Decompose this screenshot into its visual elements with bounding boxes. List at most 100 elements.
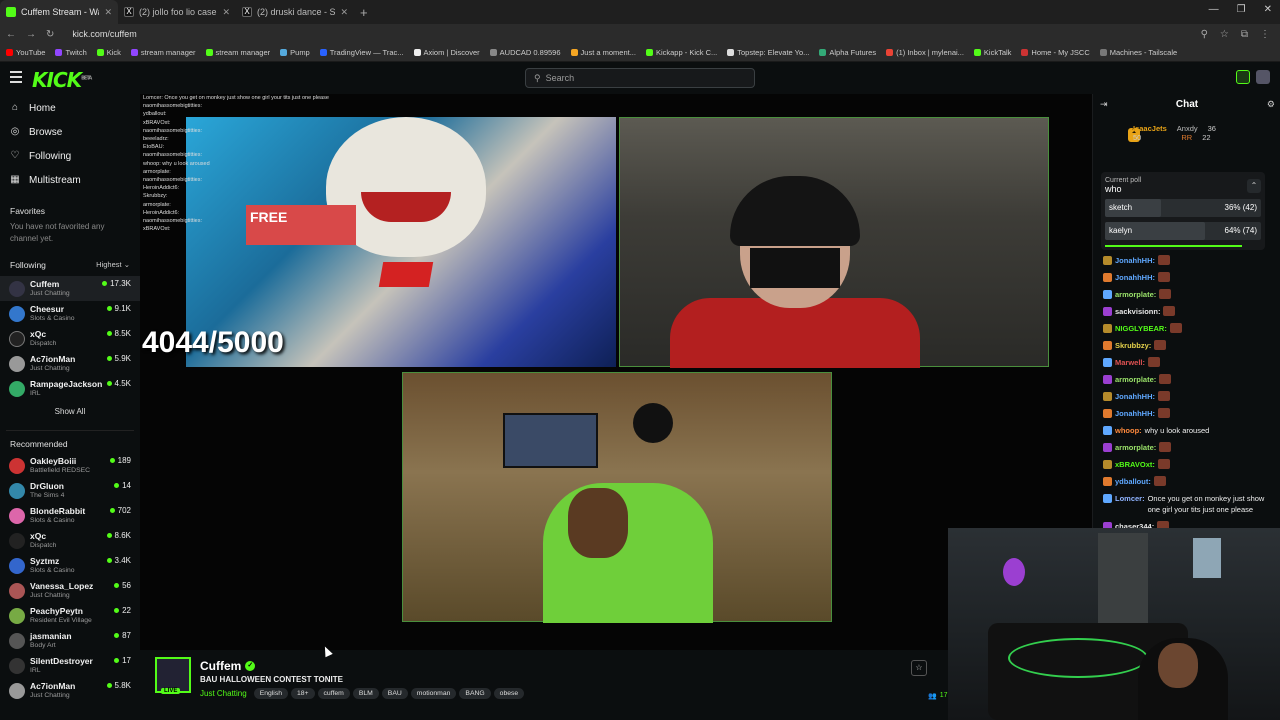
chat-message: Marwell: bbox=[1103, 354, 1275, 371]
following-channel[interactable]: Ac7ionMan Just Chatting 5.9K bbox=[0, 351, 140, 376]
nav-home[interactable]: ⌂ Home bbox=[0, 96, 140, 120]
avatar bbox=[9, 380, 25, 397]
close-icon[interactable]: ✕ bbox=[104, 7, 112, 18]
following-channel[interactable]: RampageJackson IRL 4.5K bbox=[0, 376, 140, 401]
recommended-channel[interactable]: OakleyBoiii Battlefield REDSEC 189 bbox=[0, 453, 140, 478]
search-input[interactable]: ⚲ Search bbox=[525, 68, 755, 88]
bookmark[interactable]: (1) Inbox | mylenai... bbox=[886, 48, 964, 57]
poll-option[interactable]: kaelyn 64% (74) bbox=[1105, 222, 1261, 240]
close-icon[interactable]: ✕ bbox=[340, 7, 348, 18]
chat-username[interactable]: armorplate: bbox=[1115, 374, 1156, 385]
chat-username[interactable]: JonahhHH: bbox=[1115, 408, 1155, 419]
browser-tab[interactable]: X (2) druski dance - Search / X ✕ bbox=[236, 0, 354, 24]
chat-username[interactable]: JonahhHH: bbox=[1115, 391, 1155, 402]
bookmark[interactable]: Pump bbox=[280, 48, 310, 57]
browser-tab[interactable]: Cuffem Stream - Watch Live ✕ bbox=[0, 0, 118, 24]
chat-username[interactable]: armorplate: bbox=[1115, 289, 1156, 300]
tag[interactable]: BAU bbox=[381, 688, 408, 699]
close-icon[interactable]: ✕ bbox=[222, 7, 230, 18]
chat-username[interactable]: Skrubbzy: bbox=[1115, 340, 1151, 351]
bookmark[interactable]: Axiom | Discover bbox=[413, 48, 480, 57]
bookmark[interactable]: Machines - Tailscale bbox=[1099, 48, 1177, 57]
bookmark[interactable]: Alpha Futures bbox=[819, 48, 876, 57]
chevron-up-icon[interactable]: ⌃ bbox=[1247, 179, 1261, 193]
url-field[interactable]: kick.com/cuffem bbox=[72, 29, 136, 39]
chat-username[interactable]: Lomcer: bbox=[1115, 493, 1145, 504]
bookmark[interactable]: Home - My JSCC bbox=[1021, 48, 1090, 57]
avatar[interactable] bbox=[1256, 70, 1270, 84]
bookmark[interactable]: stream manager bbox=[205, 48, 270, 57]
new-tab-icon[interactable]: + bbox=[360, 5, 368, 20]
chat-username[interactable]: whoop: bbox=[1115, 425, 1142, 436]
recommended-channel[interactable]: SilentDestroyer IRL 17 bbox=[0, 653, 140, 678]
bookmark-star-icon[interactable]: ☆ bbox=[1220, 29, 1229, 40]
chat-username[interactable]: ydballout: bbox=[1115, 476, 1151, 487]
show-all-link[interactable]: Show All bbox=[0, 407, 140, 416]
zoom-icon[interactable]: ⚲ bbox=[1201, 29, 1208, 40]
chat-username[interactable]: armorplate: bbox=[1115, 442, 1156, 453]
viewer-count: 9.1K bbox=[106, 304, 131, 313]
minimize-icon[interactable]: — bbox=[1209, 4, 1219, 15]
bookmark[interactable]: stream manager bbox=[130, 48, 196, 57]
following-sort-dropdown[interactable]: Highest ⌄ bbox=[96, 260, 130, 270]
chat-username[interactable]: JonahhHH: bbox=[1115, 272, 1155, 283]
recommended-channel[interactable]: BlondeRabbit Slots & Casino 702 bbox=[0, 503, 140, 528]
tag[interactable]: obese bbox=[493, 688, 525, 699]
menu-hamburger-icon[interactable] bbox=[10, 71, 22, 86]
bookmark[interactable]: Kickapp - Kick C... bbox=[645, 48, 717, 57]
following-channel[interactable]: xQc Dispatch 8.5K bbox=[0, 326, 140, 351]
nav-browse[interactable]: ◎ Browse bbox=[0, 120, 140, 144]
tag[interactable]: cuffem bbox=[317, 688, 350, 699]
tag[interactable]: BLM bbox=[352, 688, 379, 699]
chat-username[interactable]: xBRAVOxt: bbox=[1115, 459, 1155, 470]
bookmark[interactable]: KickTalk bbox=[973, 48, 1011, 57]
poll-option[interactable]: sketch 36% (42) bbox=[1105, 199, 1261, 217]
recommended-channel[interactable]: Vanessa_Lopez Just Chatting 56 bbox=[0, 578, 140, 603]
nav-following[interactable]: ♡ Following bbox=[0, 144, 140, 168]
streamer-name[interactable]: Cuffem bbox=[200, 659, 241, 673]
extensions-icon[interactable]: ⧉ bbox=[1241, 29, 1248, 40]
chat-username[interactable]: Marwell: bbox=[1115, 357, 1145, 368]
gifter-name[interactable]: Anxdy bbox=[1177, 124, 1198, 133]
recommended-channel[interactable]: xQc Dispatch 8.6K bbox=[0, 528, 140, 553]
close-window-icon[interactable]: ✕ bbox=[1264, 4, 1272, 15]
recommended-channel[interactable]: jasmanian Body Art 87 bbox=[0, 628, 140, 653]
menu-icon[interactable]: ⋮ bbox=[1260, 29, 1270, 40]
nav-multistream[interactable]: ▦ Multistream bbox=[0, 168, 140, 192]
bookmark[interactable]: TradingView — Trac... bbox=[319, 48, 404, 57]
chat-username[interactable]: sackvisionn: bbox=[1115, 306, 1160, 317]
tag[interactable]: motionman bbox=[410, 688, 457, 699]
emote-icon bbox=[1157, 459, 1170, 469]
following-channel[interactable]: Cuffem Just Chatting 17.3K bbox=[0, 276, 140, 301]
jersey bbox=[670, 298, 920, 368]
gifter-name[interactable]: RR bbox=[1181, 133, 1192, 142]
viewer-count: 17 bbox=[114, 656, 131, 665]
bookmark[interactable]: YouTube bbox=[6, 48, 45, 57]
back-icon[interactable]: ← bbox=[6, 29, 16, 40]
browser-tab[interactable]: X (2) jollo foo lio case day 6 - Sea ✕ bbox=[118, 0, 236, 24]
bookmark[interactable]: AUDCAD 0.89596 bbox=[489, 48, 561, 57]
recommended-channel[interactable]: Syztmz Slots & Casino 3.4K bbox=[0, 553, 140, 578]
chat-username[interactable]: JonahhHH: bbox=[1115, 255, 1155, 266]
tag[interactable]: English bbox=[253, 688, 288, 699]
kick-logo[interactable]: KICKBETA bbox=[32, 68, 92, 92]
following-channel[interactable]: Cheesur Slots & Casino 9.1K bbox=[0, 301, 140, 326]
bookmark[interactable]: Kick bbox=[96, 48, 121, 57]
chat-settings-icon[interactable]: ⚙ bbox=[1267, 99, 1275, 110]
bookmark[interactable]: Topstep: Elevate Yo... bbox=[727, 48, 809, 57]
maximize-icon[interactable]: ❐ bbox=[1237, 4, 1246, 15]
favorite-star-button[interactable]: ☆ bbox=[911, 660, 927, 676]
recommended-channel[interactable]: PeachyPeytn Resident Evil Village 22 bbox=[0, 603, 140, 628]
stream-category[interactable]: Just Chatting bbox=[200, 689, 247, 698]
bookmark[interactable]: Just a moment... bbox=[570, 48, 636, 57]
gifter-name[interactable]: IsaacJets bbox=[1133, 124, 1167, 133]
recommended-channel[interactable]: DrGluon The Sims 4 14 bbox=[0, 478, 140, 503]
tag[interactable]: 18+ bbox=[291, 688, 315, 699]
extension-icon[interactable] bbox=[1236, 70, 1250, 84]
forward-icon[interactable]: → bbox=[26, 29, 36, 40]
chat-username[interactable]: NIGGLYBEAR: bbox=[1115, 323, 1167, 334]
bookmark[interactable]: Twitch bbox=[55, 48, 87, 57]
tag[interactable]: BANG bbox=[459, 688, 491, 699]
reload-icon[interactable]: ↻ bbox=[46, 29, 54, 40]
recommended-channel[interactable]: Ac7ionMan Just Chatting 5.8K bbox=[0, 678, 140, 703]
